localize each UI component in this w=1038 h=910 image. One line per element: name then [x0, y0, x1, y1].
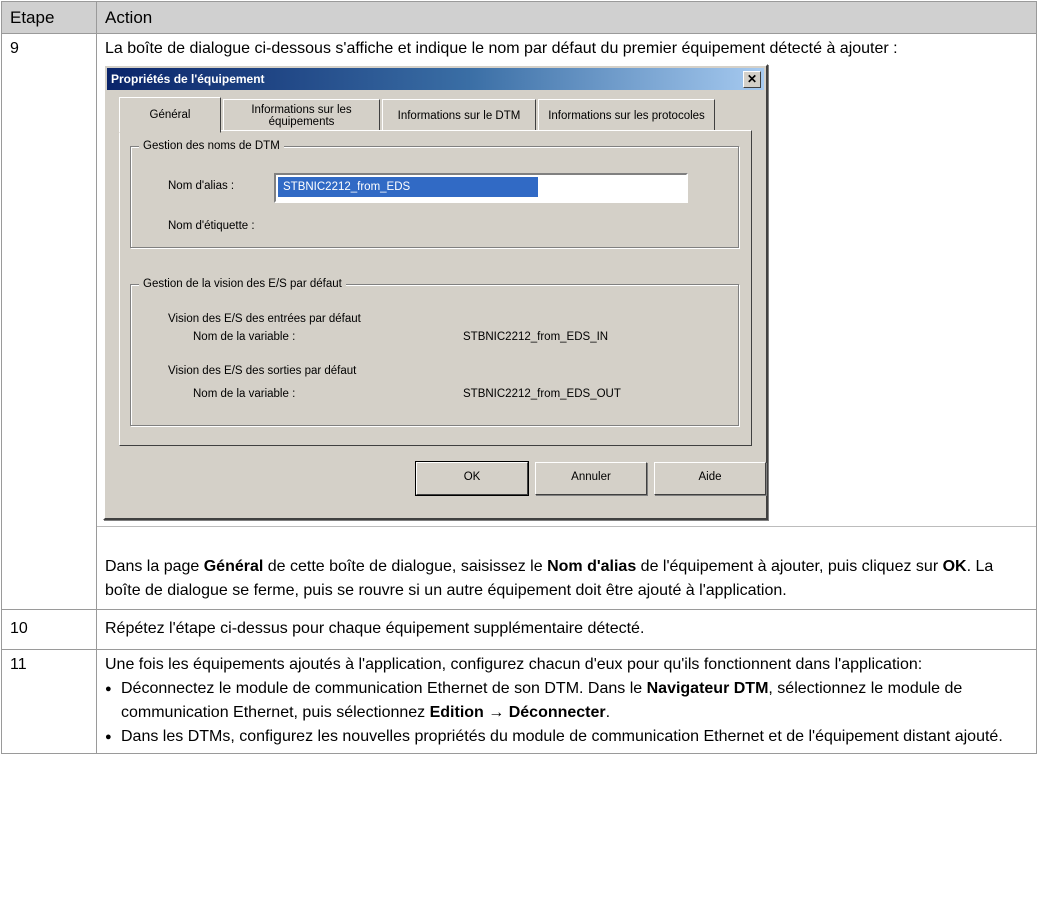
inputs-variable-value: STBNIC2212_from_EDS_IN	[463, 331, 609, 343]
outro-bold-ok: OK	[942, 558, 967, 575]
dialog-titlebar: Propriétés de l'équipement ✕	[107, 68, 764, 90]
alias-label: Nom d'alias :	[168, 180, 235, 192]
device-properties-dialog: Propriétés de l'équipement ✕ Général Inf…	[103, 64, 768, 520]
alias-name-input[interactable]: STBNIC2212_from_EDS	[274, 173, 688, 203]
step-number: 11	[1, 649, 97, 754]
alias-name-value: STBNIC2212_from_EDS	[278, 177, 538, 197]
close-icon: ✕	[746, 72, 758, 86]
group-legend: Gestion des noms de DTM	[139, 139, 284, 153]
tab-general[interactable]: Général	[119, 97, 221, 133]
tag-name-label: Nom d'étiquette :	[168, 220, 255, 232]
step-number: 10	[1, 609, 97, 650]
outputs-variable-label: Nom de la variable :	[193, 388, 296, 400]
outro-text: de cette boîte de dialogue, saisissez le	[263, 558, 548, 575]
tab-protocol-info[interactable]: Informations sur les protocoles	[538, 99, 715, 133]
help-button[interactable]: Aide	[654, 462, 766, 495]
outputs-view-label: Vision des E/S des sorties par défaut	[168, 365, 357, 377]
outro-bold-general: Général	[203, 558, 264, 575]
table-row: 11 Une fois les équipements ajoutés à l'…	[1, 649, 1037, 754]
procedure-table: Etape Action 9 La boîte de dialogue ci-d…	[1, 1, 1037, 754]
step-outro: Dans la page Général de cette boîte de d…	[105, 555, 1028, 603]
header-step: Etape	[1, 1, 97, 34]
bullet-bold-navigator: Navigateur DTM	[646, 680, 769, 697]
step-action: La boîte de dialogue ci-dessous s'affich…	[96, 33, 1037, 610]
inputs-view-label: Vision des E/S des entrées par défaut	[168, 313, 361, 325]
bullet-list: Déconnectez le module de communication E…	[105, 677, 1028, 749]
general-tab-panel: Gestion des noms de DTM Nom d'alias : ST…	[119, 130, 752, 446]
list-item: Dans les DTMs, configurez les nouvelles …	[105, 725, 1028, 749]
step-action: Une fois les équipements ajoutés à l'app…	[96, 649, 1037, 754]
outro-text: Dans la page	[105, 558, 204, 575]
inputs-variable-label: Nom de la variable :	[193, 331, 296, 343]
tab-device-info[interactable]: Informations sur les équipements	[223, 99, 380, 133]
cancel-button[interactable]: Annuler	[535, 462, 647, 495]
dialog-screenshot: Propriétés de l'équipement ✕ Général Inf…	[103, 64, 770, 526]
bullet-bold-menu-path: Edition → Déconnecter	[429, 704, 606, 721]
table-row: 9 La boîte de dialogue ci-dessous s'affi…	[1, 33, 1037, 610]
tab-dtm-info[interactable]: Informations sur le DTM	[382, 99, 536, 133]
divider	[97, 526, 1036, 555]
step-action: Répétez l'étape ci-dessus pour chaque éq…	[96, 609, 1037, 650]
step-number: 9	[1, 33, 97, 610]
table-header-row: Etape Action	[1, 1, 1037, 34]
outputs-variable-value: STBNIC2212_from_EDS_OUT	[463, 388, 621, 400]
header-action: Action	[96, 1, 1037, 34]
table-row: 10 Répétez l'étape ci-dessus pour chaque…	[1, 609, 1037, 650]
dtm-names-group: Gestion des noms de DTM Nom d'alias : ST…	[130, 139, 739, 248]
outro-text: de l'équipement à ajouter, puis cliquez …	[636, 558, 943, 575]
list-item: Déconnectez le module de communication E…	[105, 677, 1028, 725]
outro-bold-alias: Nom d'alias	[547, 558, 637, 575]
dialog-title: Propriétés de l'équipement	[111, 72, 265, 86]
group-legend: Gestion de la vision des E/S par défaut	[139, 277, 346, 291]
bullet-text: Déconnectez le module de communication E…	[121, 680, 647, 697]
bullet-text: .	[605, 704, 611, 721]
step-intro: La boîte de dialogue ci-dessous s'affich…	[105, 40, 898, 57]
close-button[interactable]: ✕	[743, 71, 761, 88]
default-io-group: Gestion de la vision des E/S par défaut …	[130, 277, 739, 426]
step-intro: Une fois les équipements ajoutés à l'app…	[105, 656, 923, 673]
ok-button[interactable]: OK	[415, 461, 529, 496]
